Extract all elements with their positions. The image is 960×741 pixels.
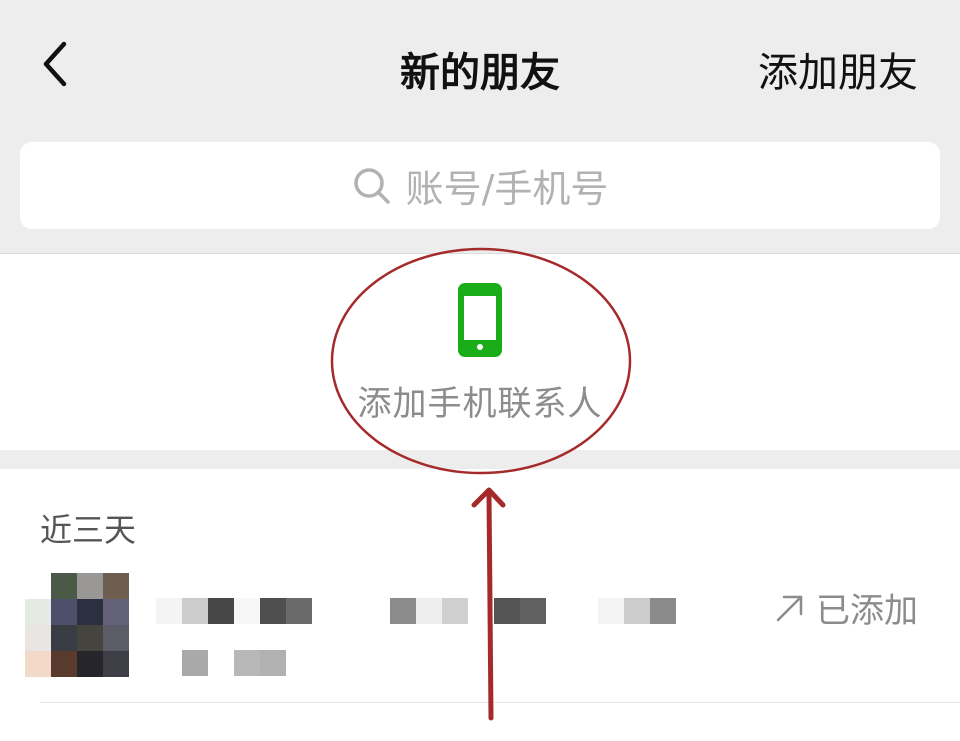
search-placeholder: 账号/手机号	[405, 167, 609, 211]
section-gap	[0, 450, 960, 469]
section-header: 近三天	[40, 511, 137, 549]
add-phone-contacts-label: 添加手机联系人	[357, 384, 603, 424]
navigation-bar: 新的朋友 添加朋友	[0, 0, 960, 125]
search-icon	[353, 167, 390, 204]
chevron-left-icon	[43, 41, 67, 87]
mobile-phone-icon	[458, 283, 502, 357]
arrow-up-right-icon	[776, 595, 803, 621]
back-button[interactable]	[30, 36, 80, 92]
friend-message-redacted	[156, 650, 286, 676]
add-phone-contacts-button[interactable]: 添加手机联系人	[355, 282, 605, 432]
add-friend-button[interactable]: 添加朋友	[758, 40, 918, 98]
avatar	[25, 573, 129, 677]
phone-contacts-section: 添加手机联系人	[0, 254, 960, 450]
added-status-label: 已添加	[816, 591, 918, 631]
search-input[interactable]: 账号/手机号	[20, 142, 940, 229]
list-item[interactable]: 已添加	[0, 569, 960, 703]
added-status: 已添加	[774, 583, 918, 632]
recent-friends-list: 近三天 已添加	[0, 469, 960, 741]
friend-name-redacted	[156, 598, 676, 624]
divider	[40, 702, 960, 703]
